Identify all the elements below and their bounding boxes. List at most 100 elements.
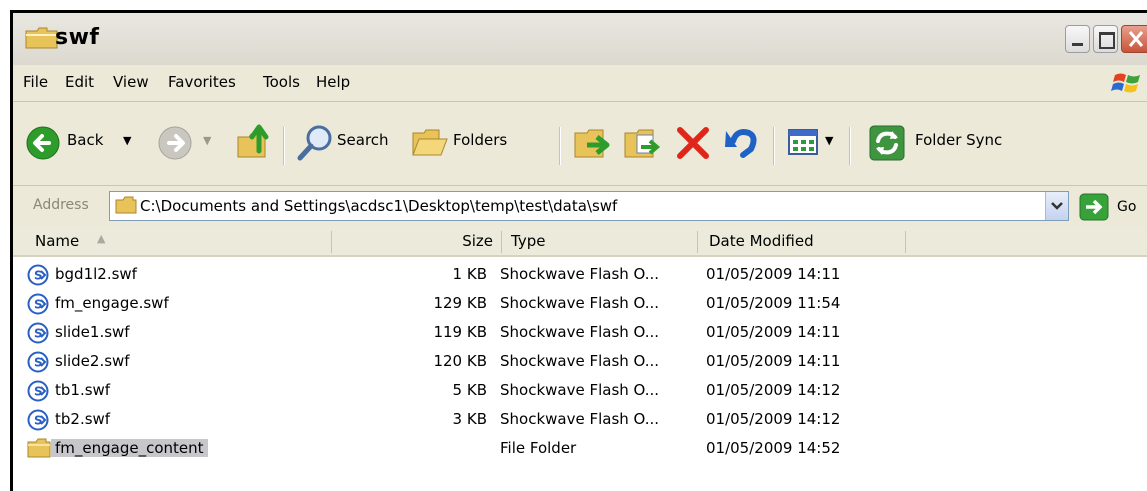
toolbar-separator: [559, 127, 561, 165]
explorer-window: swf File Edit View Favorites Tools Help: [10, 10, 1147, 491]
up-folder-icon[interactable]: [235, 121, 273, 161]
minimize-button[interactable]: [1065, 25, 1090, 53]
go-arrow-icon: [1079, 193, 1109, 221]
file-row[interactable]: Sbgd1l2.swf 1 KB Shockwave Flash O... 01/05…: [13, 261, 1147, 289]
file-name[interactable]: fm_engage_content: [51, 439, 208, 457]
file-name[interactable]: fm_engage.swf: [55, 294, 169, 312]
views-icon[interactable]: [787, 127, 821, 157]
file-size: 3 KB: [452, 410, 487, 428]
window-title: swf: [55, 25, 100, 50]
swf-icon: S: [27, 264, 49, 286]
back-button[interactable]: Back: [67, 131, 103, 149]
toolbar-separator: [773, 127, 775, 165]
file-date-modified: 01/05/2009 14:11: [706, 323, 841, 341]
go-button[interactable]: [1079, 193, 1147, 221]
column-divider[interactable]: [905, 231, 906, 253]
toolbar: Back ▼ ▼ Search Folders ▼ Folder Sync: [13, 101, 1147, 186]
column-header-date[interactable]: Date Modified: [697, 227, 907, 257]
address-bar: Address C:\Documents and Settings\acdsc1…: [13, 185, 1147, 228]
address-label: Address: [33, 197, 89, 213]
title-bar[interactable]: swf: [13, 13, 1147, 65]
column-header-type[interactable]: Type: [501, 227, 697, 257]
swf-icon: S: [27, 322, 49, 344]
file-type: Shockwave Flash O...: [500, 352, 660, 370]
swf-icon: S: [27, 293, 49, 315]
back-dropdown-icon[interactable]: ▼: [123, 134, 131, 147]
file-date-modified: 01/05/2009 11:54: [706, 294, 841, 312]
delete-icon[interactable]: [675, 125, 711, 161]
column-divider[interactable]: [697, 231, 698, 253]
folders-button[interactable]: Folders: [453, 131, 507, 149]
copy-to-icon[interactable]: [623, 123, 663, 163]
file-row[interactable]: Sslide2.swf 120 KB Shockwave Flash O... 01/…: [13, 348, 1147, 376]
menu-edit[interactable]: Edit: [65, 73, 94, 91]
file-name[interactable]: slide2.swf: [55, 352, 130, 370]
file-name[interactable]: slide1.swf: [55, 323, 130, 341]
menu-favorites[interactable]: Favorites: [168, 73, 236, 91]
undo-icon[interactable]: [723, 123, 761, 161]
column-header-name-label: Name: [35, 232, 80, 250]
back-arrow-icon[interactable]: [25, 125, 61, 161]
file-type: Shockwave Flash O...: [500, 265, 660, 283]
toolbar-separator: [283, 127, 285, 165]
file-date-modified: 01/05/2009 14:11: [706, 265, 841, 283]
column-header-size[interactable]: Size: [331, 227, 501, 257]
sort-ascending-icon: ▲: [97, 232, 106, 245]
file-name[interactable]: bgd1l2.swf: [55, 265, 137, 283]
file-row[interactable]: Stb2.swf 3 KB Shockwave Flash O... 01/05/20…: [13, 406, 1147, 434]
column-header-date-label: Date Modified: [709, 232, 814, 250]
file-row[interactable]: Sslide1.swf 119 KB Shockwave Flash O... 01/…: [13, 319, 1147, 347]
column-header-type-label: Type: [511, 232, 546, 250]
menu-file[interactable]: File: [23, 73, 48, 91]
file-row[interactable]: fm_engage_content File Folder 01/05/2009 1…: [13, 435, 1147, 463]
menu-help[interactable]: Help: [316, 73, 350, 91]
file-type: Shockwave Flash O...: [500, 323, 660, 341]
svg-text:S: S: [34, 298, 43, 312]
file-size: 120 KB: [433, 352, 487, 370]
address-input[interactable]: C:\Documents and Settings\acdsc1\Desktop…: [109, 191, 1069, 221]
file-size: 119 KB: [433, 323, 487, 341]
svg-text:S: S: [34, 269, 43, 283]
svg-text:S: S: [34, 385, 43, 399]
file-size: 1 KB: [452, 265, 487, 283]
svg-text:S: S: [34, 327, 43, 341]
swf-icon: S: [27, 380, 49, 402]
file-type: Shockwave Flash O...: [500, 381, 660, 399]
column-divider[interactable]: [501, 231, 502, 253]
column-header-empty: [907, 227, 1147, 257]
file-name[interactable]: tb1.swf: [55, 381, 110, 399]
file-row[interactable]: Stb1.swf 5 KB Shockwave Flash O... 01/05/20…: [13, 377, 1147, 405]
folder-sync-icon[interactable]: [867, 123, 907, 163]
search-button[interactable]: Search: [337, 131, 389, 149]
file-name[interactable]: tb2.swf: [55, 410, 110, 428]
file-type: Shockwave Flash O...: [500, 294, 660, 312]
close-icon: [1128, 31, 1144, 47]
file-date-modified: 01/05/2009 14:52: [706, 439, 841, 457]
folder-icon: [115, 196, 137, 214]
file-row[interactable]: Sfm_engage.swf 129 KB Shockwave Flash O...…: [13, 290, 1147, 318]
folders-icon[interactable]: [411, 127, 449, 159]
address-dropdown-button[interactable]: [1045, 192, 1068, 220]
file-date-modified: 01/05/2009 14:12: [706, 381, 841, 399]
folder-sync-button[interactable]: Folder Sync: [915, 131, 1002, 149]
file-date-modified: 01/05/2009 14:11: [706, 352, 841, 370]
file-size: 129 KB: [433, 294, 487, 312]
column-header-size-label: Size: [462, 232, 493, 250]
column-divider[interactable]: [331, 231, 332, 253]
file-date-modified: 01/05/2009 14:12: [706, 410, 841, 428]
chevron-down-icon: [1051, 202, 1063, 210]
search-icon[interactable]: [295, 123, 335, 163]
close-button[interactable]: [1121, 25, 1147, 53]
column-header-name[interactable]: Name ▲: [13, 227, 331, 257]
menu-tools[interactable]: Tools: [263, 73, 300, 91]
forward-dropdown-icon[interactable]: ▼: [203, 134, 211, 147]
menu-view[interactable]: View: [113, 73, 149, 91]
forward-arrow-icon[interactable]: [157, 125, 193, 161]
views-dropdown-icon[interactable]: ▼: [825, 134, 833, 147]
file-type: Shockwave Flash O...: [500, 410, 660, 428]
maximize-button[interactable]: [1093, 25, 1118, 53]
move-to-icon[interactable]: [573, 123, 613, 163]
file-list: Name ▲ Size Type Date Modified Sbgd1l2.s…: [13, 227, 1147, 491]
swf-icon: S: [27, 351, 49, 373]
file-type: File Folder: [500, 439, 577, 457]
